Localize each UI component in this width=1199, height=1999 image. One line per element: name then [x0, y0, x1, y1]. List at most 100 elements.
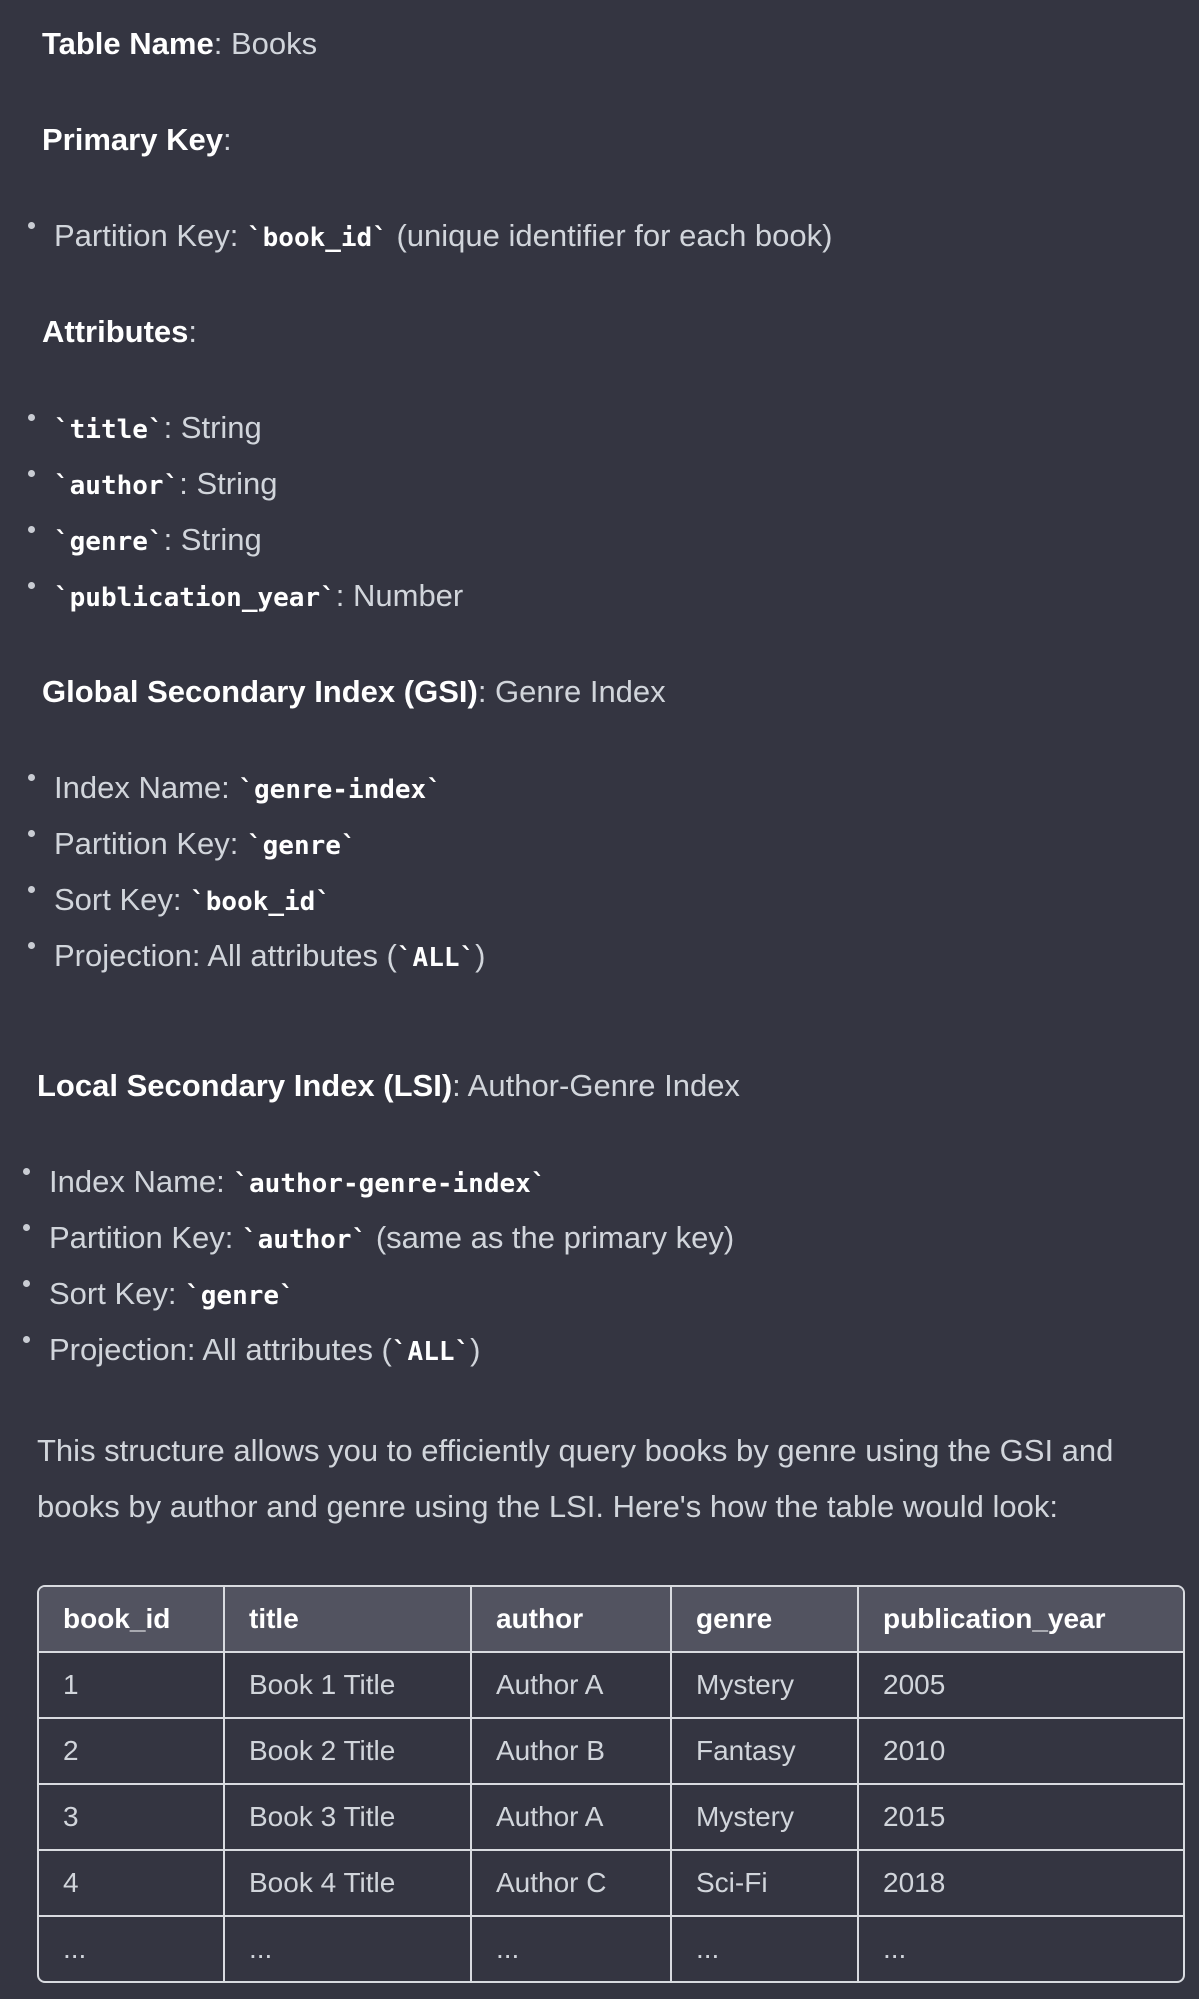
- primary-key-colon: :: [222, 122, 232, 157]
- column-header: title: [225, 1587, 472, 1653]
- lsi-value: : Author-Genre Index: [452, 1068, 740, 1103]
- column-header: book_id: [39, 1587, 225, 1653]
- inline-code: `author`: [54, 471, 180, 501]
- bullet-dot: [28, 942, 35, 949]
- bullet-dot: [28, 470, 35, 477]
- inline-code: `author`: [241, 1225, 368, 1255]
- table-cell: Book 4 Title: [225, 1851, 472, 1917]
- inline-code: `ALL`: [396, 943, 476, 973]
- item-prefix: Index Name:: [49, 1164, 234, 1199]
- table-cell: Mystery: [672, 1785, 859, 1851]
- list-item-text: Partition Key: `genre`: [54, 824, 357, 866]
- table-name-heading: Table Name: Books: [42, 24, 317, 64]
- attributes-label: Attributes: [42, 314, 189, 349]
- table-row: 4 Book 4 Title Author C Sci-Fi 2018: [39, 1851, 1183, 1917]
- table-cell: Author A: [472, 1653, 672, 1719]
- item-suffix: ): [475, 938, 486, 973]
- attributes-heading: Attributes:: [42, 312, 197, 352]
- table-row: ... ... ... ... ...: [39, 1917, 1183, 1981]
- table-cell: ...: [225, 1917, 472, 1981]
- table-cell: 2010: [859, 1719, 1183, 1785]
- bullet-dot: [23, 1336, 30, 1343]
- summary-paragraph: This structure allows you to efficiently…: [37, 1433, 1114, 1524]
- table-cell: Sci-Fi: [672, 1851, 859, 1917]
- inline-code: `publication_year`: [54, 583, 336, 613]
- bullet-dot: [23, 1168, 30, 1175]
- table-name-value: : Books: [213, 26, 318, 61]
- bullet-dot: [23, 1280, 30, 1287]
- gsi-heading: Global Secondary Index (GSI): Genre Inde…: [42, 672, 666, 712]
- list-item-text: `publication_year`: Number: [54, 576, 463, 618]
- inline-code: `genre`: [185, 1281, 295, 1311]
- attributes-colon: :: [188, 314, 198, 349]
- bullet-dot: [28, 414, 35, 421]
- table-name-label: Table Name: [42, 26, 214, 61]
- list-item-text: Projection: All attributes (`ALL`): [54, 936, 486, 978]
- item-suffix: : String: [163, 410, 262, 445]
- table-cell: Author B: [472, 1719, 672, 1785]
- list-item-text: Sort Key: `genre`: [49, 1274, 295, 1316]
- bullet-dot: [28, 774, 35, 781]
- item-suffix: : Number: [335, 578, 464, 613]
- table-cell: 2: [39, 1719, 225, 1785]
- item-suffix: ): [470, 1332, 481, 1367]
- gsi-label: Global Secondary Index (GSI): [42, 674, 478, 709]
- list-item-text: Partition Key: `book_id` (unique identif…: [54, 216, 832, 258]
- item-suffix: (same as the primary key): [367, 1220, 735, 1255]
- table-cell: Mystery: [672, 1653, 859, 1719]
- table-row: 2 Book 2 Title Author B Fantasy 2010: [39, 1719, 1183, 1785]
- column-header: genre: [672, 1587, 859, 1653]
- item-prefix: Sort Key:: [49, 1276, 186, 1311]
- table-cell: Author A: [472, 1785, 672, 1851]
- table-cell: Book 2 Title: [225, 1719, 472, 1785]
- bullet-dot: [28, 582, 35, 589]
- table-header-row: book_id title author genre publication_y…: [39, 1587, 1183, 1653]
- item-prefix: Sort Key:: [54, 882, 191, 917]
- inline-code: `title`: [54, 415, 164, 445]
- list-item-text: `title`: String: [54, 408, 262, 450]
- primary-key-heading: Primary Key:: [42, 120, 232, 160]
- lsi-label: Local Secondary Index (LSI): [37, 1068, 453, 1103]
- inline-code: `genre`: [246, 831, 357, 861]
- list-item-text: Projection: All attributes (`ALL`): [49, 1330, 481, 1372]
- inline-code: `genre-index`: [238, 775, 442, 805]
- bullet-dot: [28, 830, 35, 837]
- list-item-text: Sort Key: `book_id`: [54, 880, 331, 922]
- table-cell: Book 1 Title: [225, 1653, 472, 1719]
- inline-code: `ALL`: [391, 1337, 471, 1367]
- item-prefix: Partition Key:: [54, 826, 247, 861]
- lsi-heading: Local Secondary Index (LSI): Author-Genr…: [37, 1066, 740, 1106]
- item-prefix: Index Name:: [54, 770, 239, 805]
- message-content: Table Name: Books Primary Key: Partition…: [0, 0, 1199, 1999]
- item-suffix: : String: [163, 522, 262, 557]
- table-cell: Fantasy: [672, 1719, 859, 1785]
- column-header: author: [472, 1587, 672, 1653]
- table-cell: ...: [472, 1917, 672, 1981]
- item-prefix: Projection: All attributes (: [49, 1332, 392, 1367]
- inline-code: `author-genre-index`: [233, 1169, 547, 1199]
- table-cell: 3: [39, 1785, 225, 1851]
- list-item-text: Index Name: `author-genre-index`: [49, 1162, 546, 1204]
- table-cell: ...: [672, 1917, 859, 1981]
- list-item-text: `author`: String: [54, 464, 277, 506]
- bullet-dot: [23, 1224, 30, 1231]
- table-cell: ...: [39, 1917, 225, 1981]
- list-item-text: Partition Key: `author` (same as the pri…: [49, 1218, 734, 1260]
- bullet-dot: [28, 886, 35, 893]
- table-cell: 4: [39, 1851, 225, 1917]
- table-row: 1 Book 1 Title Author A Mystery 2005: [39, 1653, 1183, 1719]
- bullet-dot: [28, 526, 35, 533]
- bullet-dot: [28, 222, 35, 229]
- inline-code: `book_id`: [190, 887, 331, 917]
- books-table: book_id title author genre publication_y…: [37, 1585, 1185, 1983]
- item-prefix: Partition Key:: [49, 1220, 242, 1255]
- table-cell: ...: [883, 1933, 907, 1964]
- list-item-text: `genre`: String: [54, 520, 262, 562]
- table-cell: Author C: [472, 1851, 672, 1917]
- table-cell: 2015: [859, 1785, 1183, 1851]
- table-cell: 2018: [859, 1851, 1183, 1917]
- item-suffix: (unique identifier for each book): [387, 218, 833, 253]
- item-prefix: Partition Key:: [54, 218, 247, 253]
- list-item-text: Index Name: `genre-index`: [54, 768, 442, 810]
- table-cell: Book 3 Title: [225, 1785, 472, 1851]
